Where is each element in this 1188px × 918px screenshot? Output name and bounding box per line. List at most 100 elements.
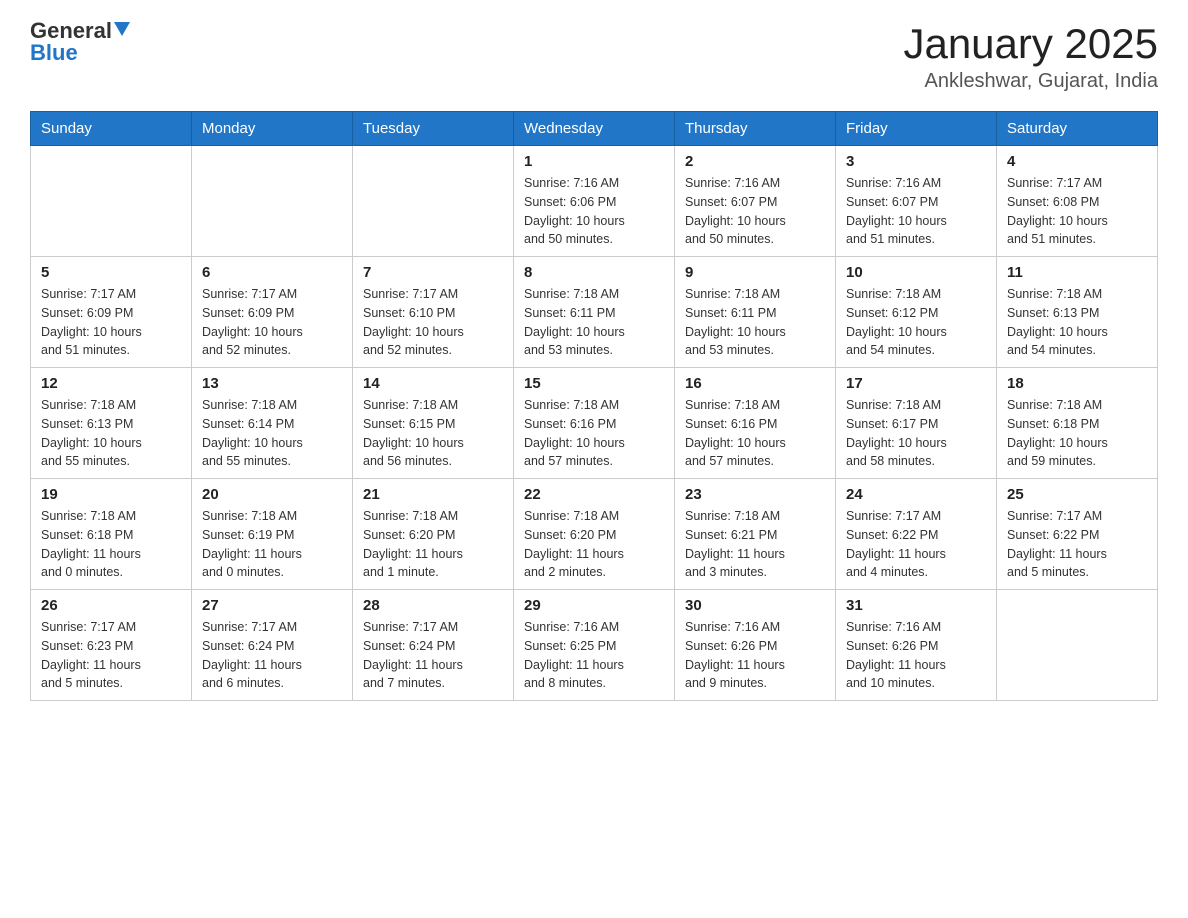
- day-info: Sunrise: 7:18 AM Sunset: 6:13 PM Dayligh…: [41, 396, 181, 471]
- day-number: 6: [202, 264, 342, 281]
- empty-cell: [353, 146, 514, 257]
- day-number: 18: [1007, 375, 1147, 392]
- calendar-day-cell: 16Sunrise: 7:18 AM Sunset: 6:16 PM Dayli…: [675, 368, 836, 479]
- calendar-day-cell: 17 Sunrise: 7:18 AM Sunset: 6:17 PM Dayli…: [836, 368, 997, 479]
- day-number: 3: [846, 153, 986, 170]
- calendar-week-row: 12Sunrise: 7:18 AM Sunset: 6:13 PM Dayli…: [31, 368, 1158, 479]
- day-number: 8: [524, 264, 664, 281]
- day-info: Sunrise: 7:17 AM Sunset: 6:09 PM Dayligh…: [202, 285, 342, 360]
- calendar-day-cell: 19Sunrise: 7:18 AM Sunset: 6:18 PM Dayli…: [31, 479, 192, 590]
- col-header-thursday: Thursday: [675, 112, 836, 146]
- day-number: 26: [41, 597, 181, 614]
- logo-triangle-icon: [114, 22, 130, 36]
- col-header-tuesday: Tuesday: [353, 112, 514, 146]
- calendar-week-row: 19Sunrise: 7:18 AM Sunset: 6:18 PM Dayli…: [31, 479, 1158, 590]
- col-header-wednesday: Wednesday: [514, 112, 675, 146]
- calendar-week-row: 26 Sunrise: 7:17 AM Sunset: 6:23 PM Dayli…: [31, 590, 1158, 701]
- day-info: Sunrise: 7:16 AM Sunset: 6:26 PM Dayligh…: [685, 618, 825, 693]
- day-info: Sunrise: 7:16 AM Sunset: 6:07 PM Dayligh…: [685, 174, 825, 249]
- calendar-day-cell: 13 Sunrise: 7:18 AM Sunset: 6:14 PM Dayli…: [192, 368, 353, 479]
- calendar-day-cell: 1 Sunrise: 7:16 AM Sunset: 6:06 PM Daylig…: [514, 146, 675, 257]
- calendar-header-row: SundayMondayTuesdayWednesdayThursdayFrid…: [31, 112, 1158, 146]
- day-number: 19: [41, 486, 181, 503]
- calendar-day-cell: 27 Sunrise: 7:17 AM Sunset: 6:24 PM Dayli…: [192, 590, 353, 701]
- day-number: 4: [1007, 153, 1147, 170]
- col-header-friday: Friday: [836, 112, 997, 146]
- day-info: Sunrise: 7:18 AM Sunset: 6:20 PM Dayligh…: [363, 507, 503, 582]
- day-number: 25: [1007, 486, 1147, 503]
- logo-blue-text: Blue: [30, 42, 78, 64]
- day-info: Sunrise: 7:18 AM Sunset: 6:17 PM Dayligh…: [846, 396, 986, 471]
- day-info: Sunrise: 7:17 AM Sunset: 6:23 PM Dayligh…: [41, 618, 181, 693]
- day-number: 5: [41, 264, 181, 281]
- calendar-day-cell: 11 Sunrise: 7:18 AM Sunset: 6:13 PM Dayli…: [997, 257, 1158, 368]
- day-info: Sunrise: 7:16 AM Sunset: 6:25 PM Dayligh…: [524, 618, 664, 693]
- day-number: 7: [363, 264, 503, 281]
- day-number: 20: [202, 486, 342, 503]
- empty-cell: [192, 146, 353, 257]
- day-number: 2: [685, 153, 825, 170]
- title-block: January 2025 Ankleshwar, Gujarat, India: [903, 20, 1158, 93]
- calendar-title: January 2025: [903, 20, 1158, 68]
- logo: General Blue: [30, 20, 130, 64]
- col-header-saturday: Saturday: [997, 112, 1158, 146]
- day-info: Sunrise: 7:17 AM Sunset: 6:24 PM Dayligh…: [202, 618, 342, 693]
- day-info: Sunrise: 7:18 AM Sunset: 6:21 PM Dayligh…: [685, 507, 825, 582]
- calendar-day-cell: 26 Sunrise: 7:17 AM Sunset: 6:23 PM Dayli…: [31, 590, 192, 701]
- calendar-day-cell: 28Sunrise: 7:17 AM Sunset: 6:24 PM Dayli…: [353, 590, 514, 701]
- calendar-day-cell: 7 Sunrise: 7:17 AM Sunset: 6:10 PM Daylig…: [353, 257, 514, 368]
- calendar-day-cell: 5Sunrise: 7:17 AM Sunset: 6:09 PM Daylig…: [31, 257, 192, 368]
- calendar-week-row: 5 Sunrise: 7:17 AM Sunset: 6:09 PM Daylig…: [31, 257, 1158, 368]
- calendar-day-cell: 20 Sunrise: 7:18 AM Sunset: 6:19 PM Dayli…: [192, 479, 353, 590]
- day-number: 24: [846, 486, 986, 503]
- day-info: Sunrise: 7:18 AM Sunset: 6:13 PM Dayligh…: [1007, 285, 1147, 360]
- day-number: 14: [363, 375, 503, 392]
- calendar-day-cell: 29 Sunrise: 7:16 AM Sunset: 6:25 PM Dayli…: [514, 590, 675, 701]
- calendar-day-cell: 14 Sunrise: 7:18 AM Sunset: 6:15 PM Dayli…: [353, 368, 514, 479]
- day-number: 1: [524, 153, 664, 170]
- empty-cell: [997, 590, 1158, 701]
- day-info: Sunrise: 7:17 AM Sunset: 6:10 PM Dayligh…: [363, 285, 503, 360]
- calendar-day-cell: 4 Sunrise: 7:17 AM Sunset: 6:08 PM Daylig…: [997, 146, 1158, 257]
- calendar-day-cell: 10Sunrise: 7:18 AM Sunset: 6:12 PM Dayli…: [836, 257, 997, 368]
- calendar-day-cell: 15Sunrise: 7:18 AM Sunset: 6:16 PM Dayli…: [514, 368, 675, 479]
- day-info: Sunrise: 7:18 AM Sunset: 6:19 PM Dayligh…: [202, 507, 342, 582]
- day-info: Sunrise: 7:18 AM Sunset: 6:20 PM Dayligh…: [524, 507, 664, 582]
- calendar-day-cell: 31Sunrise: 7:16 AM Sunset: 6:26 PM Dayli…: [836, 590, 997, 701]
- calendar-table: SundayMondayTuesdayWednesdayThursdayFrid…: [30, 111, 1158, 701]
- calendar-day-cell: 18Sunrise: 7:18 AM Sunset: 6:18 PM Dayli…: [997, 368, 1158, 479]
- day-number: 31: [846, 597, 986, 614]
- day-info: Sunrise: 7:17 AM Sunset: 6:08 PM Dayligh…: [1007, 174, 1147, 249]
- day-info: Sunrise: 7:18 AM Sunset: 6:15 PM Dayligh…: [363, 396, 503, 471]
- empty-cell: [31, 146, 192, 257]
- logo-general-text: General: [30, 20, 112, 42]
- day-number: 13: [202, 375, 342, 392]
- day-info: Sunrise: 7:18 AM Sunset: 6:16 PM Dayligh…: [685, 396, 825, 471]
- day-number: 22: [524, 486, 664, 503]
- calendar-day-cell: 30Sunrise: 7:16 AM Sunset: 6:26 PM Dayli…: [675, 590, 836, 701]
- col-header-sunday: Sunday: [31, 112, 192, 146]
- page-header: General Blue January 2025 Ankleshwar, Gu…: [30, 20, 1158, 93]
- day-number: 21: [363, 486, 503, 503]
- calendar-day-cell: 24 Sunrise: 7:17 AM Sunset: 6:22 PM Dayli…: [836, 479, 997, 590]
- day-info: Sunrise: 7:16 AM Sunset: 6:06 PM Dayligh…: [524, 174, 664, 249]
- day-number: 10: [846, 264, 986, 281]
- calendar-day-cell: 22 Sunrise: 7:18 AM Sunset: 6:20 PM Dayli…: [514, 479, 675, 590]
- calendar-subtitle: Ankleshwar, Gujarat, India: [903, 70, 1158, 93]
- day-info: Sunrise: 7:18 AM Sunset: 6:14 PM Dayligh…: [202, 396, 342, 471]
- calendar-day-cell: 21 Sunrise: 7:18 AM Sunset: 6:20 PM Dayli…: [353, 479, 514, 590]
- day-info: Sunrise: 7:18 AM Sunset: 6:16 PM Dayligh…: [524, 396, 664, 471]
- calendar-day-cell: 6 Sunrise: 7:17 AM Sunset: 6:09 PM Daylig…: [192, 257, 353, 368]
- day-info: Sunrise: 7:18 AM Sunset: 6:11 PM Dayligh…: [524, 285, 664, 360]
- day-number: 11: [1007, 264, 1147, 281]
- calendar-day-cell: 8 Sunrise: 7:18 AM Sunset: 6:11 PM Daylig…: [514, 257, 675, 368]
- calendar-day-cell: 23Sunrise: 7:18 AM Sunset: 6:21 PM Dayli…: [675, 479, 836, 590]
- day-info: Sunrise: 7:17 AM Sunset: 6:24 PM Dayligh…: [363, 618, 503, 693]
- day-number: 9: [685, 264, 825, 281]
- day-number: 29: [524, 597, 664, 614]
- day-info: Sunrise: 7:17 AM Sunset: 6:22 PM Dayligh…: [846, 507, 986, 582]
- day-number: 17: [846, 375, 986, 392]
- day-number: 27: [202, 597, 342, 614]
- calendar-day-cell: 2 Sunrise: 7:16 AM Sunset: 6:07 PM Daylig…: [675, 146, 836, 257]
- calendar-day-cell: 9Sunrise: 7:18 AM Sunset: 6:11 PM Daylig…: [675, 257, 836, 368]
